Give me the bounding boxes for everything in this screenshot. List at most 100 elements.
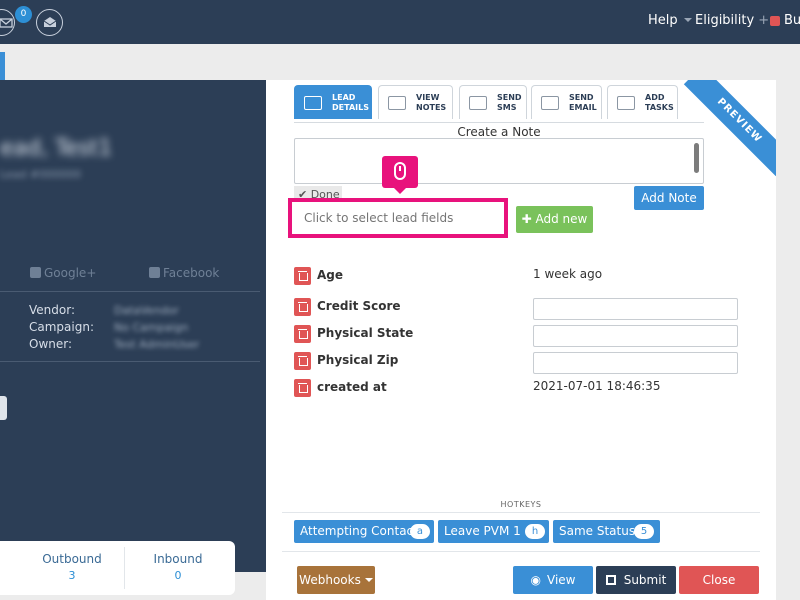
trash-icon[interactable]	[294, 379, 311, 397]
open-envelope-icon	[43, 17, 57, 27]
hotkey-attempting-contact[interactable]: Attempting Contact a	[294, 520, 434, 543]
chevron-down-icon	[364, 578, 373, 582]
top-navbar: 0 Help Eligibility + Bu	[0, 0, 800, 44]
tab-label: LEAD	[332, 93, 356, 102]
mail-count-badge: 0	[15, 6, 32, 23]
note-scrollbar[interactable]	[694, 143, 699, 173]
owner-value-redacted: Test AdminUser	[114, 338, 200, 351]
panel-collapse-handle[interactable]	[0, 396, 7, 420]
tab-send-email[interactable]: SEND EMAIL	[531, 85, 602, 119]
divider	[0, 291, 260, 292]
trash-icon[interactable]	[294, 298, 311, 316]
physical-state-input[interactable]	[533, 325, 738, 347]
stat-divider	[124, 547, 125, 589]
inbox-button[interactable]	[36, 9, 63, 36]
tab-lead-details[interactable]: LEAD DETAILS	[294, 85, 372, 119]
outbound-stat: Outbound 3	[22, 541, 122, 595]
tab-view-notes[interactable]: VIEW NOTES	[378, 85, 453, 119]
webhooks-label: Webhooks	[299, 573, 361, 587]
tab-label: ADD	[645, 93, 665, 102]
close-button[interactable]: Close	[679, 566, 759, 594]
trash-icon[interactable]	[294, 325, 311, 343]
hotkey-label: Attempting Contact	[300, 524, 418, 538]
facebook-link[interactable]: Facebook	[149, 266, 219, 280]
help-label: Help	[648, 13, 678, 28]
hotkey-key-badge: h	[525, 524, 545, 539]
mouse-icon	[394, 162, 406, 180]
help-menu[interactable]: Help	[648, 13, 692, 28]
tab-label: EMAIL	[569, 103, 597, 112]
lead-field-selector-highlight	[288, 198, 508, 238]
submit-button[interactable]: Submit	[596, 566, 676, 594]
field-value-age: 1 week ago	[533, 267, 603, 281]
divider	[0, 361, 260, 362]
click-hint-marker	[382, 156, 418, 194]
add-new-field-button[interactable]: ✚ Add new	[516, 206, 593, 233]
vendor-label: Vendor:	[29, 303, 75, 317]
google-plus-link[interactable]: Google+	[30, 266, 96, 280]
id-card-icon	[304, 96, 322, 110]
tab-send-sms[interactable]: SEND SMS	[459, 85, 527, 119]
campaign-label: Campaign:	[29, 320, 94, 334]
mail-button[interactable]	[0, 9, 15, 36]
tab-label: VIEW	[416, 93, 440, 102]
hotkey-leave-pvm[interactable]: Leave PVM 1 h	[438, 520, 549, 543]
hotkey-label: Same Status	[559, 524, 636, 538]
tab-label: NOTES	[416, 103, 447, 112]
status-square-icon	[770, 16, 780, 26]
call-stats-card: Outbound 3 Inbound 0	[0, 541, 235, 595]
save-icon	[605, 575, 616, 585]
note-textarea[interactable]	[294, 138, 704, 184]
hotkey-key-badge: a	[410, 524, 430, 539]
eligibility-menu[interactable]: Eligibility +	[695, 13, 769, 28]
owner-label: Owner:	[29, 337, 73, 351]
tab-label: SMS	[497, 103, 517, 112]
view-label: View	[547, 573, 576, 587]
plus-icon: +	[758, 13, 770, 28]
webhooks-dropdown[interactable]: Webhooks	[297, 566, 375, 594]
lead-subtitle-redacted: Lead #000000	[0, 168, 82, 181]
add-note-button[interactable]: Add Note	[634, 186, 704, 210]
tab-label: DETAILS	[332, 103, 369, 112]
field-name: Credit Score	[317, 299, 401, 313]
trash-icon[interactable]	[294, 267, 311, 285]
vendor-value-redacted: DataVendor	[114, 304, 179, 317]
inbound-count[interactable]: 0	[128, 569, 228, 582]
lead-field-select-input[interactable]	[298, 207, 497, 229]
trash-icon[interactable]	[294, 352, 311, 370]
hotkey-key-badge: 5	[634, 524, 654, 539]
physical-zip-input[interactable]	[533, 352, 738, 374]
inbound-stat: Inbound 0	[128, 541, 228, 595]
calendar-icon	[617, 96, 635, 110]
campaign-value-redacted: No Campaign	[114, 321, 189, 334]
field-name: Age	[317, 268, 344, 282]
google-plus-label: Google+	[44, 266, 97, 280]
field-value-created-at: 2021-07-01 18:46:35	[533, 379, 661, 393]
outbound-label: Outbound	[42, 552, 102, 566]
hotkeys-heading: HOTKEYS	[500, 500, 542, 509]
hotkey-label: Leave PVM 1	[444, 524, 521, 538]
tab-add-tasks[interactable]: ADD TASKS	[607, 85, 678, 119]
tab-label: SEND	[497, 93, 522, 102]
divider	[282, 512, 760, 513]
envelope-icon	[541, 96, 559, 110]
lead-name-redacted: ead, Test1	[0, 136, 113, 161]
tab-label: SEND	[569, 93, 594, 102]
notes-icon	[388, 96, 406, 110]
inbound-label: Inbound	[153, 552, 203, 566]
field-name: Physical State	[317, 326, 414, 340]
truncated-nav-item[interactable]: Bu	[784, 13, 800, 28]
view-button[interactable]: ◉ View	[513, 566, 593, 594]
google-plus-icon	[30, 267, 41, 278]
outbound-count[interactable]: 3	[22, 569, 122, 582]
active-accent	[0, 52, 5, 80]
submit-label: Submit	[623, 573, 667, 587]
chat-bubble-icon	[469, 96, 487, 110]
chevron-down-icon	[683, 18, 692, 22]
create-note-heading: Create a Note	[294, 122, 704, 139]
field-name: created at	[317, 380, 387, 394]
credit-score-input[interactable]	[533, 298, 738, 320]
eligibility-label: Eligibility	[695, 13, 755, 28]
hotkey-same-status[interactable]: Same Status 5	[553, 520, 660, 543]
mail-icon	[0, 18, 13, 28]
